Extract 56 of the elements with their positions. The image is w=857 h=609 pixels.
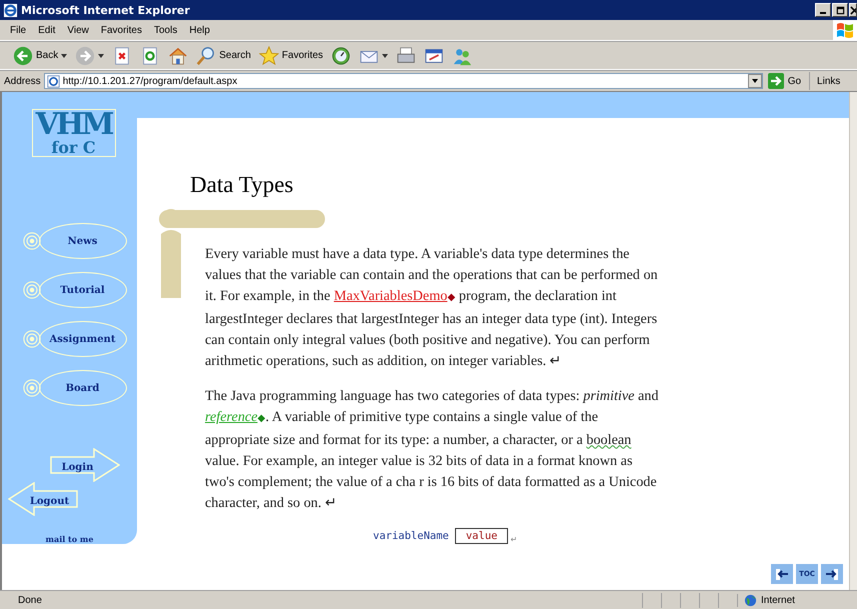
menu-item[interactable]: File bbox=[4, 24, 32, 36]
nav-button[interactable]: Tutorial bbox=[38, 272, 126, 308]
mail-link[interactable]: mail to me bbox=[46, 534, 94, 544]
minimize-button[interactable] bbox=[815, 3, 831, 17]
maximize-button[interactable] bbox=[832, 3, 848, 17]
nav-button[interactable]: Board bbox=[38, 370, 126, 406]
home-icon bbox=[168, 46, 188, 66]
dropdown-button-icon[interactable] bbox=[748, 74, 762, 88]
left-arrow-icon bbox=[774, 566, 790, 582]
target-icon bbox=[22, 379, 40, 397]
security-zone: Internet bbox=[737, 594, 795, 606]
value-box: value bbox=[454, 528, 508, 544]
go-button[interactable]: Go bbox=[766, 72, 810, 90]
next-button[interactable] bbox=[821, 564, 843, 584]
logo: VHM for C bbox=[32, 109, 116, 157]
clock-icon bbox=[331, 46, 352, 66]
menu-item[interactable]: Favorites bbox=[94, 24, 148, 36]
previous-button[interactable] bbox=[771, 564, 793, 584]
scrollbar[interactable] bbox=[849, 92, 857, 590]
paragraph: Every variable must have a data type. A variable's data type determines the values that the variable can contain and the operations that can be performed on it. For example, in the MaxVariablesDemo◆ program, the declaration int largestInteger declares that largestInteger has an integer data type (int). Integers can contain only integral values (both positive and negative). You can perform arithmetic operations, such as addition, on integer variables. ↵ bbox=[205, 245, 659, 372]
address-field[interactable]: http://10.1.201.27/program/default.aspx bbox=[44, 73, 763, 89]
globe-icon bbox=[744, 594, 757, 606]
link[interactable]: reference◆ bbox=[205, 409, 266, 426]
browser-icon bbox=[3, 2, 18, 18]
target-icon bbox=[22, 330, 40, 348]
status-text: Done bbox=[17, 594, 43, 606]
close-button[interactable] bbox=[849, 3, 857, 17]
minimize-icon bbox=[820, 12, 826, 14]
printer-icon bbox=[396, 46, 416, 66]
back-button[interactable]: Back bbox=[10, 44, 70, 68]
code-text: variableName bbox=[373, 530, 449, 542]
links-button[interactable]: Links bbox=[813, 76, 844, 86]
page-icon bbox=[46, 74, 60, 88]
page-heading: Data Types bbox=[190, 172, 294, 198]
go-arrow-icon bbox=[768, 73, 784, 89]
right-arrow-icon bbox=[824, 566, 840, 582]
nav-button[interactable]: News bbox=[38, 223, 126, 259]
favorites-button[interactable]: Favorites bbox=[256, 44, 326, 68]
menu-item[interactable]: Tools bbox=[148, 24, 184, 36]
maximize-icon bbox=[836, 6, 844, 14]
login-button[interactable]: Login bbox=[50, 448, 120, 482]
target-icon bbox=[22, 281, 40, 299]
address-label: Address bbox=[4, 76, 41, 86]
menu-item[interactable]: View bbox=[61, 24, 95, 36]
star-icon bbox=[258, 46, 279, 66]
return-mark: ↵ bbox=[510, 535, 518, 544]
menu-item[interactable]: Help bbox=[183, 24, 216, 36]
nav-button[interactable]: Assignment bbox=[38, 321, 126, 357]
target-icon bbox=[22, 232, 40, 250]
search-button[interactable]: Search bbox=[193, 44, 254, 68]
logout-button[interactable]: Logout bbox=[8, 482, 78, 516]
menu-item[interactable]: Edit bbox=[32, 24, 62, 36]
search-icon bbox=[196, 46, 216, 66]
window-title: Microsoft Internet Explorer bbox=[21, 4, 190, 16]
link[interactable]: MaxVariablesDemo◆ bbox=[334, 288, 456, 304]
paragraph: The Java programming language has two categories of data types: primitive and reference◆. A variable of primitive type contains a single value of the appropriate size and format for its type: a number, a character, or a boolean value. For example, an integer value is 32 bits of data in a format known as two's complement; the value of a cha r is 16 bits of data formatted as a Unicode character, and so on. ↵ bbox=[205, 387, 660, 514]
